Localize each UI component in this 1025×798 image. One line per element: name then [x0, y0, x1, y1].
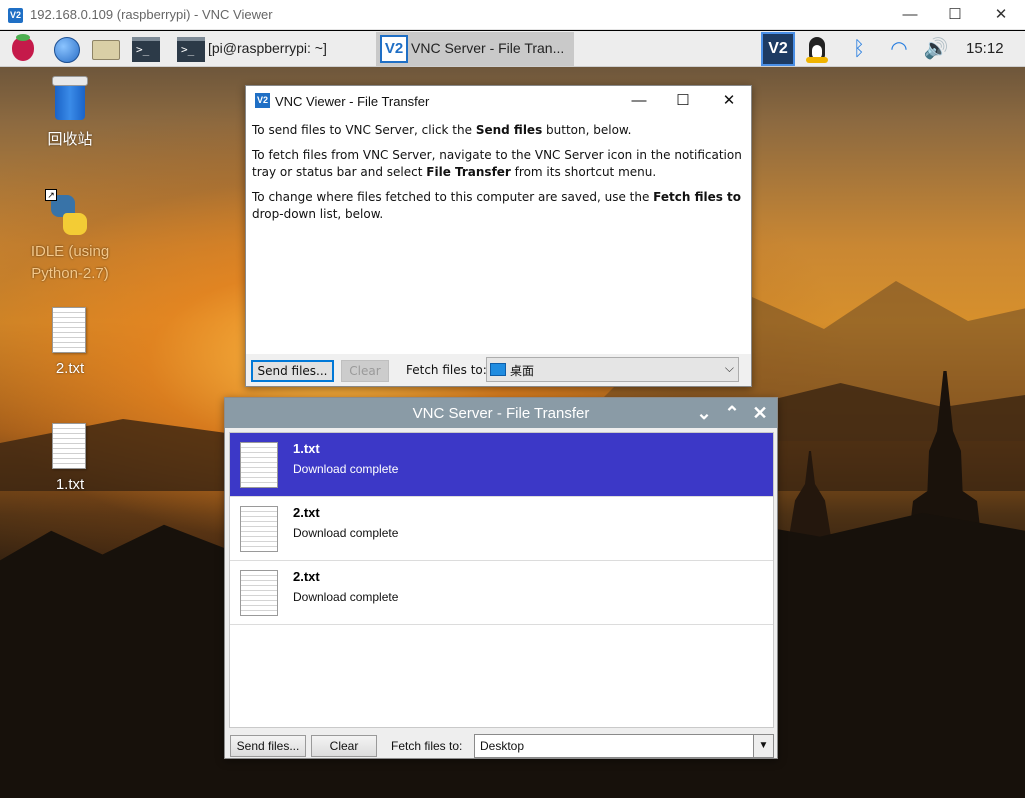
- shortcut-arrow-icon: ↗: [45, 189, 57, 201]
- dialog-minimize-button[interactable]: —: [628, 90, 650, 112]
- server-file-transfer-panel: VNC Server - File Transfer ⌄ ⌃ ✕ 1.txt D…: [224, 397, 778, 759]
- instruction-fetch: To fetch files from VNC Server, navigate…: [252, 148, 742, 179]
- server-fetch-location-select[interactable]: Desktop ▼: [474, 734, 774, 758]
- fetch-location-value: 桌面: [510, 364, 535, 378]
- transfer-list-item[interactable]: 2.txt Download complete: [230, 561, 773, 625]
- text-file-icon: [240, 506, 278, 552]
- active-task-label: VNC Server - File Tran...: [411, 40, 565, 56]
- fetch-files-label: Fetch files to:: [406, 363, 487, 377]
- terminal-launcher-icon[interactable]: >_: [130, 34, 160, 64]
- volume-icon[interactable]: 🔊: [922, 35, 950, 63]
- wifi-icon[interactable]: ◠: [885, 35, 913, 63]
- desktop-folder-icon: [490, 363, 506, 376]
- instruction-send: To send files to VNC Server, click the S…: [252, 123, 632, 137]
- file-status: Download complete: [293, 526, 399, 540]
- file-name: 1.txt: [293, 441, 320, 456]
- dialog-instructions: To send files to VNC Server, click the S…: [252, 122, 742, 231]
- desktop-icon-label: IDLE (using: [30, 243, 110, 260]
- server-clear-button[interactable]: Clear: [311, 735, 377, 757]
- host-window-title: 192.168.0.109 (raspberrypi) - VNC Viewer: [30, 7, 273, 22]
- server-send-files-button[interactable]: Send files...: [230, 735, 306, 757]
- trash-icon: [52, 76, 88, 122]
- dialog-title: VNC Viewer - File Transfer: [275, 94, 430, 109]
- file-manager-icon[interactable]: [90, 34, 120, 64]
- desktop-icon-trash[interactable]: 回收站: [25, 76, 115, 156]
- bluetooth-icon[interactable]: ᛒ: [848, 35, 870, 63]
- transfer-list-item[interactable]: 1.txt Download complete: [230, 433, 773, 497]
- desktop-icon-2txt[interactable]: 2.txt: [25, 307, 115, 387]
- terminal-task-icon[interactable]: >_: [175, 34, 205, 64]
- panel-close-button[interactable]: ✕: [748, 401, 772, 425]
- instruction-location: To change where files fetched to this co…: [252, 190, 742, 221]
- host-maximize-button[interactable]: ☐: [943, 4, 967, 26]
- dropdown-arrow-icon: ▼: [753, 735, 773, 757]
- host-close-button[interactable]: ✕: [989, 4, 1013, 26]
- transfer-file-list[interactable]: 1.txt Download complete 2.txt Download c…: [229, 432, 774, 728]
- text-file-icon: [52, 307, 86, 353]
- fetch-location-select[interactable]: 桌面 ⌵: [486, 357, 739, 382]
- panel-minimize-button[interactable]: ⌄: [692, 401, 716, 425]
- vnc-viewer-logo-icon: V2: [8, 8, 23, 23]
- host-minimize-button[interactable]: —: [898, 4, 922, 26]
- dialog-titlebar[interactable]: V2 VNC Viewer - File Transfer — ☐ ✕: [246, 86, 751, 116]
- chevron-down-icon: ⌵: [724, 361, 734, 375]
- browser-icon[interactable]: [51, 34, 81, 64]
- desktop-icon-label: Python-2.7): [31, 265, 109, 282]
- text-file-icon: [240, 570, 278, 616]
- desktop-icon-1txt[interactable]: 1.txt: [25, 423, 115, 503]
- vnc-server-tray-icon[interactable]: V2: [761, 32, 795, 66]
- server-fetch-location-value: Desktop: [480, 739, 525, 753]
- vnc-logo-icon: V2: [380, 35, 408, 63]
- taskbar: >_ >_ [pi@raspberrypi: ~] V2 VNC Server …: [0, 31, 1025, 67]
- clear-button[interactable]: Clear: [341, 360, 389, 382]
- text-file-icon: [52, 423, 86, 469]
- file-name: 2.txt: [293, 505, 320, 520]
- host-window-titlebar: V2 192.168.0.109 (raspberrypi) - VNC Vie…: [0, 0, 1025, 30]
- dialog-maximize-button[interactable]: ☐: [672, 90, 694, 112]
- vnc-file-transfer-task-button[interactable]: V2 VNC Server - File Tran...: [376, 32, 574, 66]
- raspberry-menu-icon[interactable]: [8, 34, 38, 64]
- transfer-list-item[interactable]: 2.txt Download complete: [230, 497, 773, 561]
- desktop-icon-label: 回收站: [47, 131, 93, 148]
- desktop-icon-idle[interactable]: ↗ IDLE (using Python-2.7): [25, 189, 115, 293]
- vnc-viewer-logo-icon: V2: [255, 93, 270, 108]
- python-icon: ↗: [45, 189, 91, 237]
- dialog-close-button[interactable]: ✕: [718, 90, 740, 112]
- panel-titlebar[interactable]: VNC Server - File Transfer ⌄ ⌃ ✕: [225, 398, 777, 428]
- text-file-icon: [240, 442, 278, 488]
- desktop-icon-label: 2.txt: [55, 360, 85, 377]
- file-status: Download complete: [293, 462, 399, 476]
- file-status: Download complete: [293, 590, 399, 604]
- tux-penguin-icon[interactable]: [801, 35, 833, 63]
- panel-maximize-button[interactable]: ⌃: [720, 401, 744, 425]
- dialog-footer: Send files... Clear Fetch files to: 桌面 ⌵: [246, 354, 751, 386]
- terminal-task-button[interactable]: [pi@raspberrypi: ~]: [208, 40, 327, 56]
- server-fetch-files-label: Fetch files to:: [391, 739, 463, 753]
- desktop-icon-label: 1.txt: [55, 476, 85, 493]
- taskbar-clock[interactable]: 15:12: [966, 40, 1004, 57]
- viewer-file-transfer-dialog: V2 VNC Viewer - File Transfer — ☐ ✕ To s…: [245, 85, 752, 387]
- send-files-button[interactable]: Send files...: [251, 360, 334, 382]
- file-name: 2.txt: [293, 569, 320, 584]
